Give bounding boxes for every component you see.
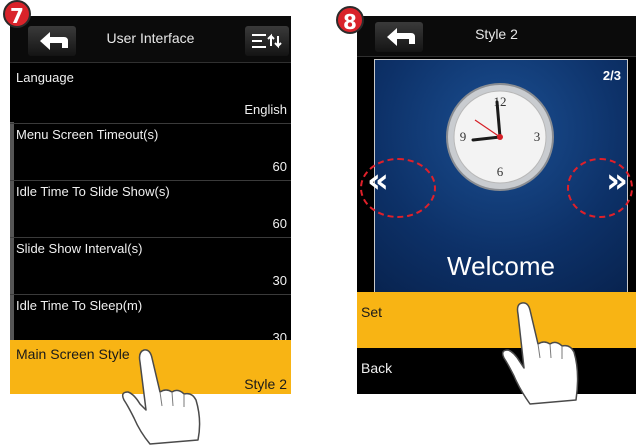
menu-item-value: English: [244, 102, 287, 117]
hand-pointer-icon: [501, 302, 579, 405]
menu-item-value: 60: [272, 159, 287, 174]
menu-item-label: Menu Screen Timeout(s): [16, 127, 159, 142]
menu-item-value: 30: [272, 273, 287, 288]
top-bar: Style 2: [357, 16, 636, 57]
back-label: Back: [361, 360, 393, 376]
menu-item-label: Idle Time To Slide Show(s): [16, 184, 170, 199]
annotation-circle-right: [567, 158, 633, 218]
set-label: Set: [361, 304, 383, 320]
sort-menu-icon: [252, 33, 282, 49]
page-title: Style 2: [475, 26, 518, 42]
menu-item-label: Slide Show Interval(s): [16, 241, 143, 256]
hand-pointer-icon: [121, 349, 201, 445]
page-indicator: 2/3: [602, 68, 621, 83]
style-2-screen: Style 2 2/3 12 3 6 9 Welcome « » Set Bac…: [357, 16, 636, 394]
clock-number-12: 12: [494, 94, 507, 109]
step-7-badge: 7: [3, 0, 31, 28]
back-option[interactable]: Back: [357, 348, 636, 394]
sort-menu-button[interactable]: [245, 26, 289, 56]
menu-item-idle-time-to-slide-show[interactable]: Idle Time To Slide Show(s) 60: [10, 180, 291, 238]
menu-item-value: Style 2: [244, 376, 287, 392]
clock-number-9: 9: [460, 129, 467, 144]
clock-number-3: 3: [534, 129, 541, 144]
annotation-circle-left: [360, 158, 436, 218]
menu-item-label: Idle Time To Sleep(m): [16, 298, 143, 313]
menu-item-label: Language: [16, 70, 74, 85]
top-bar: User Interface: [10, 16, 291, 63]
analog-clock-icon: 12 3 6 9: [446, 83, 554, 191]
menu-item-value: 60: [272, 216, 287, 231]
step-8-badge: 8: [336, 6, 364, 34]
menu-item-menu-screen-timeout[interactable]: Menu Screen Timeout(s) 60: [10, 123, 291, 181]
clock-number-6: 6: [497, 164, 504, 179]
set-button[interactable]: Set: [357, 292, 636, 348]
welcome-text: Welcome: [447, 251, 555, 281]
user-interface-screen: User Interface Language English Menu Scr…: [10, 16, 291, 394]
menu-item-language[interactable]: Language English: [10, 66, 291, 124]
menu-item-slide-show-interval[interactable]: Slide Show Interval(s) 30: [10, 237, 291, 295]
